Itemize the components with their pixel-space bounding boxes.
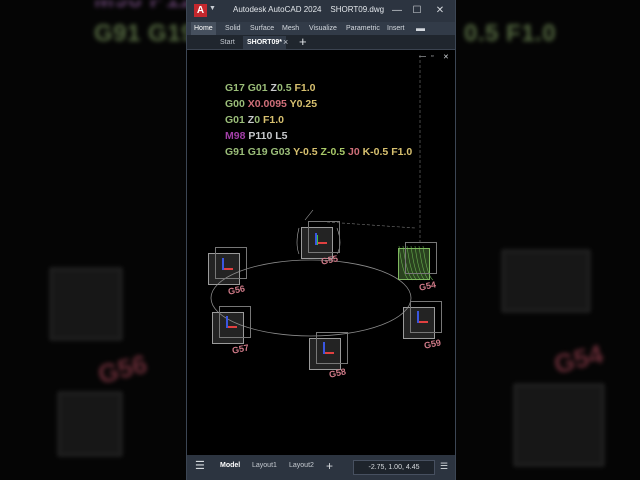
z-axis-marker: [417, 311, 419, 323]
background-code-line: G91 G19: [94, 20, 195, 48]
title-bar: A ▼ Autodesk AutoCAD 2024 SHORT09.dwg — …: [187, 0, 455, 22]
z-axis-marker: [226, 316, 228, 328]
tab-parametric[interactable]: Parametric: [343, 22, 383, 35]
x-axis-marker: [324, 352, 334, 354]
background-label-left: G56: [94, 348, 150, 390]
layout2-tab[interactable]: Layout2: [289, 462, 314, 469]
dashed-guide-line: [326, 221, 416, 229]
coordinates-readout: -2.75, 1.00, 4.45: [353, 460, 435, 475]
status-bar: ☰ Model Layout1 Layout2 + -2.75, 1.00, 4…: [187, 455, 455, 480]
file-name: SHORT09.dwg: [330, 5, 385, 14]
drawing-viewport[interactable]: — ▫ ✕ G17 G01 Z0.5 F1.0 G00 X0.0095 Y0.25…: [187, 50, 455, 455]
fixture-cube-g59[interactable]: [403, 301, 442, 339]
model-tab[interactable]: Model: [220, 462, 240, 469]
fixture-cube-g57[interactable]: [212, 306, 251, 344]
menu-icon[interactable]: ☰: [195, 461, 205, 472]
tab-surface[interactable]: Surface: [247, 22, 277, 35]
tab-solid[interactable]: Solid: [222, 22, 244, 35]
window-title: Autodesk AutoCAD 2024 SHORT09.dwg: [233, 5, 384, 14]
hamburger-icon[interactable]: ☰: [440, 461, 448, 472]
background-cube: [502, 250, 590, 312]
background-code-head: G91 G19: [94, 20, 195, 47]
layout1-tab[interactable]: Layout1: [252, 462, 277, 469]
ribbon-toggle-icon[interactable]: ▬: [413, 22, 428, 35]
x-axis-marker: [418, 321, 428, 323]
close-tab-icon[interactable]: ×: [283, 35, 288, 49]
autocad-window: A ▼ Autodesk AutoCAD 2024 SHORT09.dwg — …: [186, 0, 456, 480]
app-name: Autodesk AutoCAD 2024: [233, 5, 322, 14]
background-label-right: G54: [550, 338, 606, 380]
autocad-logo-button[interactable]: A: [194, 4, 207, 17]
file-tab-bar: Start SHORT09* × +: [187, 34, 455, 50]
new-tab-button[interactable]: +: [299, 34, 307, 49]
chevron-down-icon[interactable]: ▼: [209, 5, 216, 12]
tab-insert[interactable]: Insert: [384, 22, 408, 35]
background-code-tail: 0.5 F1.0: [464, 20, 557, 47]
tab-visualize[interactable]: Visualize: [306, 22, 340, 35]
fixture-cube-g58[interactable]: [309, 332, 348, 370]
add-layout-button[interactable]: +: [326, 459, 333, 473]
drawing-tab-short09[interactable]: SHORT09*: [243, 36, 287, 49]
z-axis-marker: [222, 258, 224, 270]
close-button[interactable]: ✕: [432, 3, 448, 19]
fixture-cube-g54[interactable]: [398, 242, 437, 280]
tab-home[interactable]: Home: [191, 22, 216, 35]
ribbon-tab-bar: Home Solid Surface Mesh Visualize Parame…: [187, 22, 455, 35]
minimize-button[interactable]: —: [389, 3, 405, 19]
x-axis-marker: [223, 268, 233, 270]
z-axis-marker: [315, 233, 317, 245]
x-axis-marker: [227, 326, 237, 328]
x-axis-marker: [317, 242, 327, 244]
z-axis-marker: [323, 342, 325, 354]
background-cube: [514, 384, 604, 466]
background-cube: [50, 268, 122, 340]
background-cube: [58, 392, 122, 456]
maximize-button[interactable]: ☐: [409, 3, 425, 19]
start-tab[interactable]: Start: [216, 36, 239, 49]
